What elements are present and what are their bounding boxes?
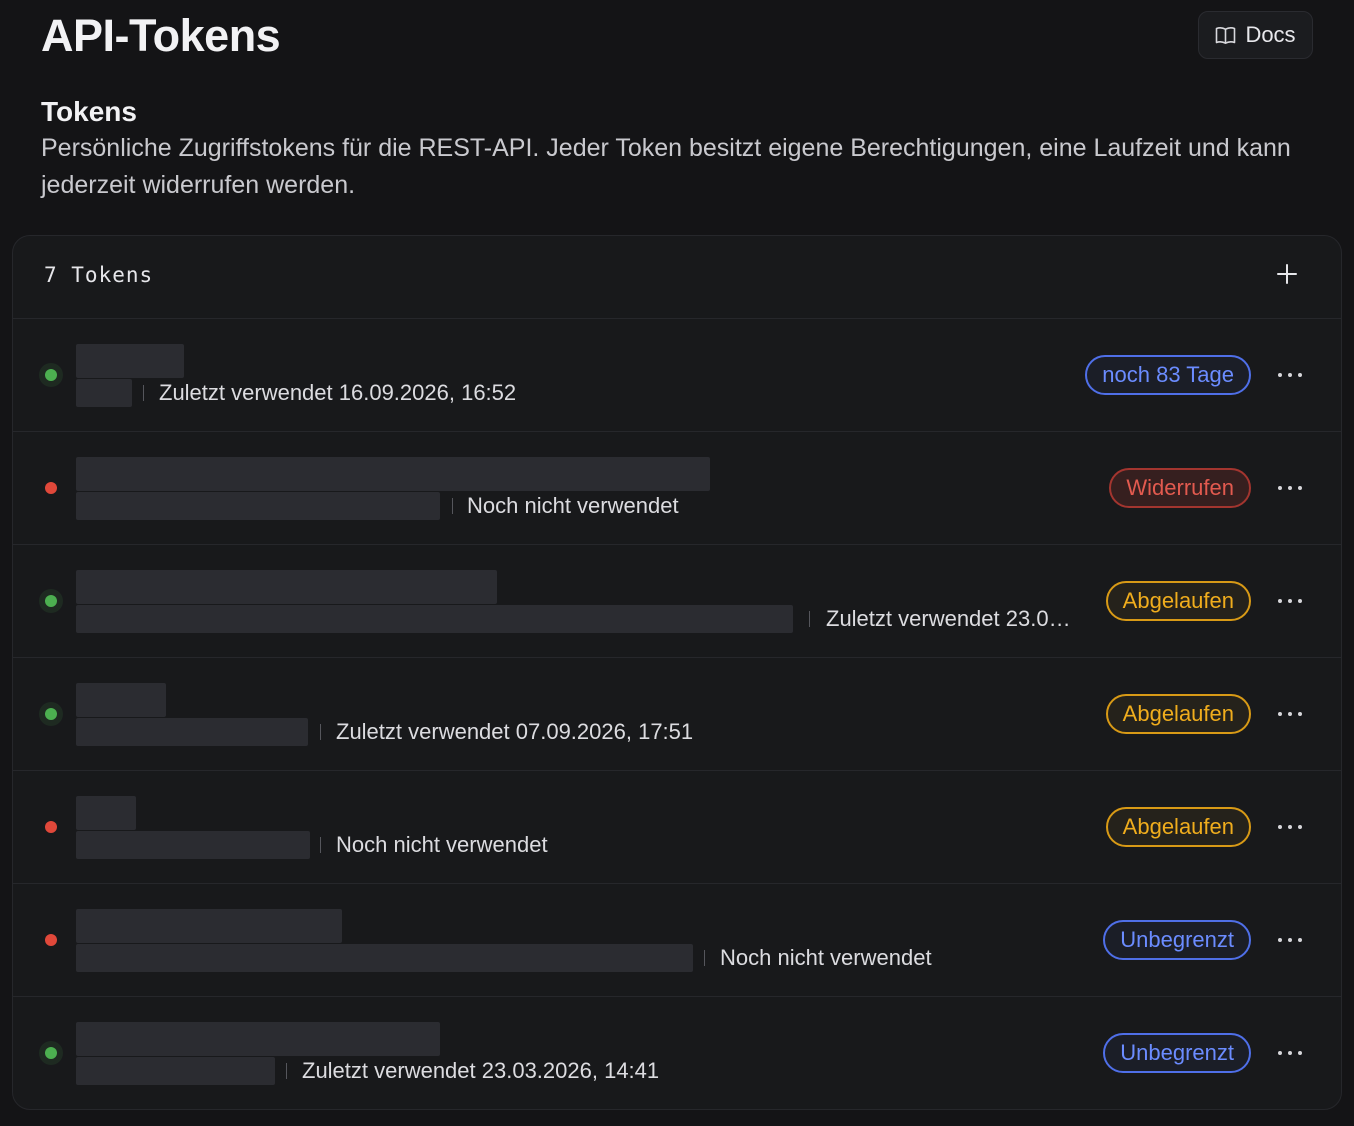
token-prefix-redacted [76,492,440,520]
status-dot-icon [39,589,63,613]
token-row[interactable]: Zuletzt verwendet 23.0… Abgelaufen [13,545,1341,658]
plus-icon [1276,263,1298,290]
separator [286,1063,287,1079]
token-prefix-redacted [76,379,132,407]
more-options-button[interactable] [1275,811,1305,841]
token-row[interactable]: Zuletzt verwendet 16.09.2026, 16:52 noch… [13,319,1341,432]
more-horizontal-icon [1277,478,1303,496]
separator [320,837,321,853]
last-used-text: Zuletzt verwendet 16.09.2026, 16:52 [159,380,517,405]
token-name-redacted [76,796,136,830]
token-row[interactable]: Noch nicht verwendet Widerrufen [13,432,1341,545]
token-row[interactable]: Noch nicht verwendet Unbegrenzt [13,884,1341,997]
section-description: Persönliche Zugriffstokens für die REST-… [41,134,1291,199]
token-row[interactable]: Zuletzt verwendet 23.03.2026, 14:41 Unbe… [13,997,1341,1109]
status-dot-icon [39,815,63,839]
more-horizontal-icon [1277,930,1303,948]
page-title: API-Tokens [41,10,281,61]
token-name-redacted [76,909,342,943]
token-name-redacted [76,457,710,491]
status-badge: Abgelaufen [1105,807,1251,847]
more-options-button[interactable] [1275,698,1305,728]
token-prefix-redacted [76,1057,275,1085]
status-badge: Abgelaufen [1105,694,1251,734]
separator [143,385,144,401]
last-used-text: Zuletzt verwendet 23.0… [826,606,1071,631]
token-name-redacted [76,344,184,378]
more-horizontal-icon [1277,591,1303,609]
last-used-text: Zuletzt verwendet 07.09.2026, 17:51 [336,719,694,744]
book-open-icon [1215,26,1236,45]
separator [704,950,705,966]
last-used-text: Noch nicht verwendet [467,493,679,518]
section-title: Tokens [41,96,137,127]
token-name-redacted [76,1022,440,1056]
tokens-card: 7 Tokens Zuletzt verwendet 16.09.2026, 1… [12,235,1342,1110]
status-dot-icon [39,476,63,500]
status-dot-icon [39,363,63,387]
more-horizontal-icon [1277,365,1303,383]
docs-button-label: Docs [1245,22,1296,47]
last-used-text: Noch nicht verwendet [720,945,932,970]
more-horizontal-icon [1277,1043,1303,1061]
last-used-text: Zuletzt verwendet 23.03.2026, 14:41 [302,1058,660,1083]
token-name-redacted [76,683,166,717]
token-name-redacted [76,570,497,604]
more-horizontal-icon [1277,817,1303,835]
status-badge: Unbegrenzt [1103,920,1251,960]
last-used-text: Noch nicht verwendet [336,832,548,857]
token-count: 7 Tokens [44,263,154,287]
separator [809,611,810,627]
separator [320,724,321,740]
token-row[interactable]: Zuletzt verwendet 07.09.2026, 17:51 Abge… [13,658,1341,771]
token-prefix-redacted [76,944,693,972]
more-options-button[interactable] [1275,1037,1305,1067]
more-options-button[interactable] [1275,924,1305,954]
token-prefix-redacted [76,831,310,859]
status-dot-icon [39,1041,63,1065]
add-token-button[interactable] [1269,258,1305,294]
status-dot-icon [39,928,63,952]
docs-button[interactable]: Docs [1198,11,1313,59]
token-row[interactable]: Noch nicht verwendet Abgelaufen [13,771,1341,884]
more-options-button[interactable] [1275,472,1305,502]
tokens-card-header: 7 Tokens [13,236,1341,319]
token-prefix-redacted [76,605,793,633]
status-badge: Widerrufen [1109,468,1251,508]
more-options-button[interactable] [1275,359,1305,389]
status-badge: Abgelaufen [1105,581,1251,621]
more-options-button[interactable] [1275,585,1305,615]
status-badge: Unbegrenzt [1103,1033,1251,1073]
more-horizontal-icon [1277,704,1303,722]
status-badge: noch 83 Tage [1085,355,1251,395]
token-prefix-redacted [76,718,308,746]
status-dot-icon [39,702,63,726]
separator [452,498,453,514]
